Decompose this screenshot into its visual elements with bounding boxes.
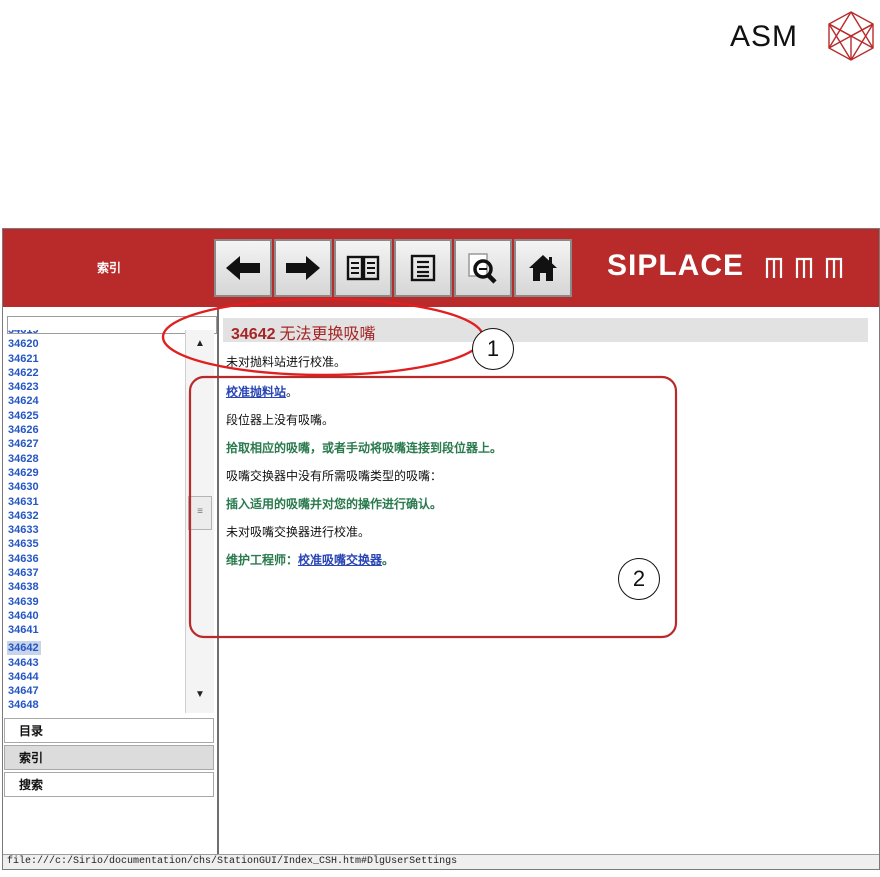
toolbar: [214, 239, 572, 297]
asm-logo: ASM: [730, 8, 880, 61]
callout-1: 1: [472, 328, 514, 370]
asm-crystal-icon: [828, 11, 874, 61]
forward-button[interactable]: [274, 239, 332, 297]
list-icon: [410, 254, 436, 282]
status-bar: file:///c:/Sirio/documentation/chs/Stati…: [3, 854, 879, 869]
home-icon: [529, 255, 557, 281]
index-item[interactable]: 34626: [7, 423, 183, 437]
index-item[interactable]: 34630: [7, 480, 183, 494]
siplace-brand: SIPLACE: [607, 249, 745, 282]
index-item[interactable]: 34623: [7, 380, 183, 394]
index-item[interactable]: 34622: [7, 366, 183, 380]
tab-search[interactable]: 搜索: [4, 772, 214, 797]
arrow-left-icon: [226, 256, 260, 280]
index-item-selected[interactable]: 34642: [7, 640, 41, 655]
siplace-mark-icon: [765, 257, 843, 278]
index-item[interactable]: 34628: [7, 452, 183, 466]
index-item[interactable]: 34638: [7, 580, 183, 594]
index-item[interactable]: 34627: [7, 437, 183, 451]
annotation-box-2: [188, 375, 678, 639]
index-item[interactable]: 34636: [7, 552, 183, 566]
contents-button[interactable]: [334, 239, 392, 297]
index-item[interactable]: 34631: [7, 495, 183, 509]
asm-logo-text: ASM: [730, 20, 799, 53]
index-list[interactable]: 34619 34620 34621 34622 34623 34624 3462…: [7, 330, 183, 713]
home-button[interactable]: [514, 239, 572, 297]
index-item[interactable]: 34624: [7, 394, 183, 408]
index-item[interactable]: 34625: [7, 409, 183, 423]
index-item[interactable]: 34619: [7, 330, 183, 337]
index-button[interactable]: [394, 239, 452, 297]
index-item[interactable]: 34633: [7, 523, 183, 537]
navigation-pane: 34619 34620 34621 34622 34623 34624 3462…: [3, 307, 219, 854]
index-item[interactable]: 34641: [7, 623, 183, 637]
index-item[interactable]: 34632: [7, 509, 183, 523]
scroll-down-icon[interactable]: ▼: [186, 689, 214, 705]
index-item[interactable]: 34648: [7, 698, 183, 712]
magnifier-icon: [468, 253, 497, 284]
arrow-right-icon: [286, 256, 320, 280]
nav-tabs: 目录 索引 搜索: [3, 718, 215, 799]
open-book-icon: [346, 255, 380, 281]
index-item[interactable]: 34640: [7, 609, 183, 623]
index-item[interactable]: 34629: [7, 466, 183, 480]
tab-index[interactable]: 索引: [4, 745, 214, 770]
index-item[interactable]: 34635: [7, 537, 183, 551]
index-item[interactable]: 34647: [7, 684, 183, 698]
search-button[interactable]: [454, 239, 512, 297]
index-item[interactable]: 34637: [7, 566, 183, 580]
annotation-ellipse-1: [161, 297, 485, 377]
index-item[interactable]: 34620: [7, 337, 183, 351]
tab-contents[interactable]: 目录: [4, 718, 214, 743]
index-item[interactable]: 34639: [7, 595, 183, 609]
index-item[interactable]: 34643: [7, 656, 183, 670]
index-item[interactable]: 34621: [7, 352, 183, 366]
index-item[interactable]: 34644: [7, 670, 183, 684]
callout-2: 2: [618, 558, 660, 600]
back-button[interactable]: [214, 239, 272, 297]
